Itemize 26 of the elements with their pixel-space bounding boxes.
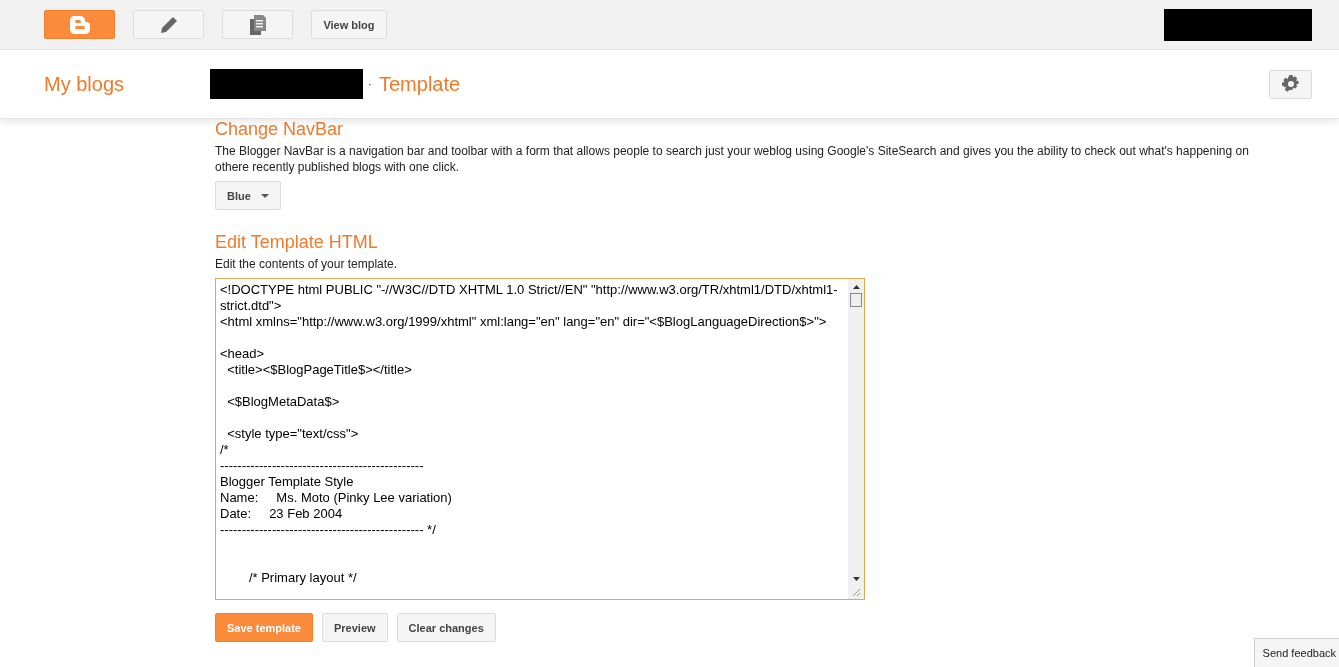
new-post-button[interactable] [133, 10, 204, 39]
separator-dot: · [368, 77, 372, 91]
posts-button[interactable] [222, 10, 293, 39]
blogger-logo-icon [69, 15, 90, 34]
scrollbar[interactable] [848, 279, 864, 599]
scroll-down-icon [852, 577, 860, 581]
scroll-thumb[interactable] [850, 293, 862, 307]
blogger-logo-button[interactable] [44, 10, 115, 39]
action-button[interactable]: Clear changes [396, 613, 496, 642]
pages-icon [249, 14, 266, 35]
pencil-icon [159, 15, 178, 34]
page-title: Template [379, 72, 461, 96]
section-description: The Blogger NavBar is a navigation bar and toolbar with a form that allows people to search just your weblog using Google's SiteSearch and gives you the ability to check out what's happening on othere recently published blogs with one click. [215, 143, 1250, 175]
action-button[interactable]: Preview [322, 613, 388, 642]
view-blog-button[interactable]: View blog [311, 10, 387, 39]
resize-grip-icon[interactable] [851, 587, 861, 597]
code-text: <!DOCTYPE html PUBLIC "-//W3C//DTD XHTML 1.0 Strict//EN" "http://www.w3.org/TR/xhtml1/DTD/xhtml1-strict.dtd"> <html xmlns="http://www.w3.org/1999/xhtml" xml:lang="en" lang="en" dir="<$BlogLanguageDirection$>"> <head> <title><$BlogPageTitle$></title> <$BlogMetaData$> <style type="text/css"> /* ----------------------------------------------- Blogger Template Style Name: Ms. Moto (Pinky Lee variation) Date: 23 Feb 2004 ----------------------------------------------- */ /* Primary layout */ [219, 281, 839, 587]
navbar-color-dropdown[interactable]: Blue [215, 181, 281, 210]
section-heading: Edit Template HTML [215, 232, 379, 252]
caret-icon [260, 193, 269, 198]
section-description: Edit the contents of your template. [215, 256, 399, 272]
section-heading: Change NavBar [215, 119, 345, 139]
send-feedback-button[interactable]: Send feedback [1253, 638, 1339, 667]
scroll-up-icon [852, 285, 860, 289]
settings-button[interactable] [1269, 69, 1312, 99]
settings-icon [1281, 75, 1300, 93]
